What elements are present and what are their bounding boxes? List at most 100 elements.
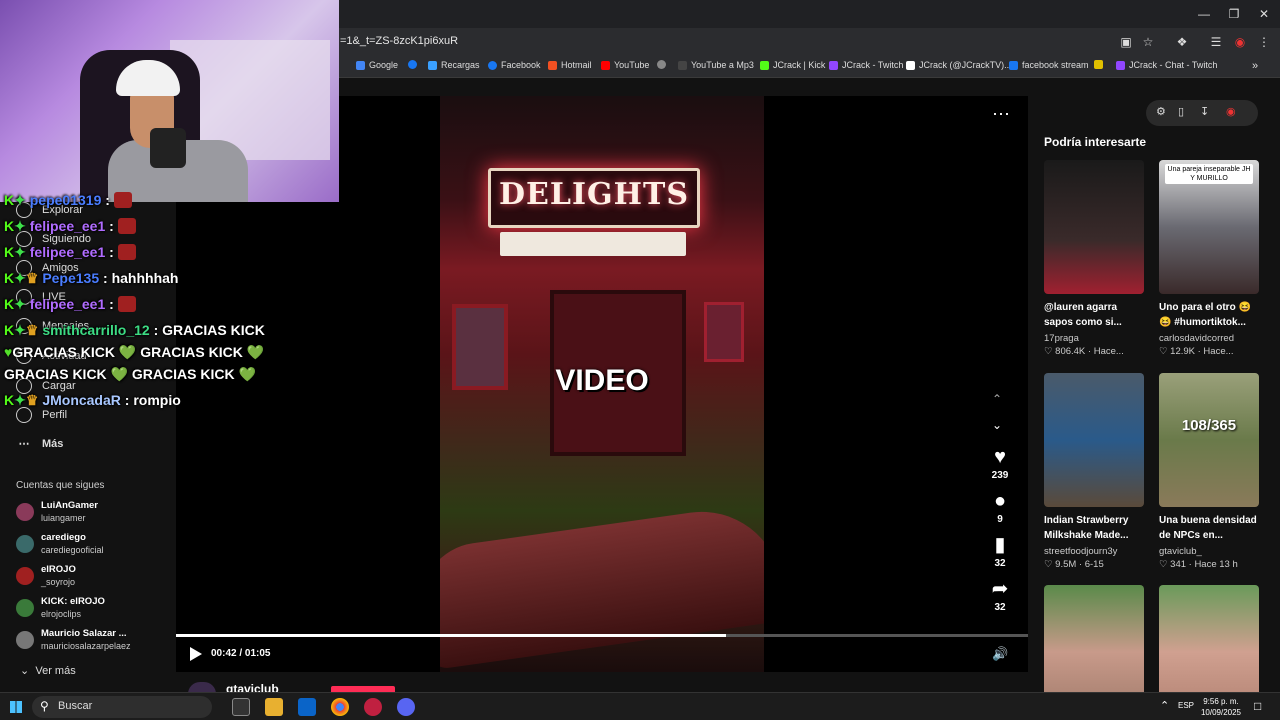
tray-chevron-icon[interactable]: ⌃ bbox=[1160, 699, 1169, 712]
bookmark-label: Facebook bbox=[501, 60, 541, 70]
x-icon bbox=[906, 60, 915, 70]
bookmark-twitch[interactable]: JCrack - Twitch bbox=[829, 60, 903, 70]
progress-bar[interactable] bbox=[176, 634, 1028, 637]
close-icon[interactable]: ✕ bbox=[1256, 6, 1272, 22]
language-indicator[interactable]: ESP bbox=[1178, 701, 1194, 710]
cast-icon[interactable]: ▣ bbox=[1118, 34, 1134, 50]
suggested-video[interactable]: Indian Strawberry Milkshake Made... stre… bbox=[1044, 373, 1144, 570]
minimize-icon[interactable]: — bbox=[1196, 6, 1212, 22]
webcam-overlay bbox=[0, 0, 339, 202]
share-button[interactable]: ➦ 32 bbox=[982, 578, 1018, 613]
windows-start-icon[interactable] bbox=[10, 701, 22, 713]
clock-date: 10/09/2025 bbox=[1200, 708, 1242, 717]
media-icon[interactable]: ☰ bbox=[1208, 34, 1224, 50]
app-icon[interactable] bbox=[364, 698, 382, 716]
settings-icon[interactable]: ⚙ bbox=[1156, 105, 1166, 118]
following-account[interactable]: Mauricio Salazar ... mauriciosalazarpelae… bbox=[16, 628, 131, 652]
emote-icon bbox=[117, 296, 136, 312]
outlook-icon[interactable] bbox=[298, 698, 316, 716]
extensions-icon[interactable]: ❖ bbox=[1174, 34, 1190, 50]
diamond-badge-icon: ✦ bbox=[14, 322, 26, 338]
chat-message: K✦ felipee_ee1 : bbox=[4, 296, 136, 313]
bookmark-youtube[interactable]: YouTube bbox=[601, 60, 649, 70]
bookmarks-overflow-icon[interactable]: » bbox=[1252, 60, 1258, 72]
bookmark-hotmail[interactable]: Hotmail bbox=[548, 60, 592, 70]
save-button[interactable]: ▮ 32 bbox=[982, 534, 1018, 569]
video-thumbnail: Una pareja inseparable JH Y MURILLO bbox=[1159, 160, 1259, 294]
following-account[interactable]: KICK: elROJO elrojoclips bbox=[16, 596, 105, 620]
volume-icon[interactable]: 🔊 bbox=[992, 646, 1008, 662]
video-overlay-label: VIDEO bbox=[555, 364, 649, 397]
nav-label: Más bbox=[42, 437, 64, 450]
nav-more[interactable]: ⋯ Más bbox=[16, 437, 64, 451]
bookmark-label: JCrack | Kick bbox=[773, 60, 826, 70]
following-account[interactable]: elROJO _soyrojo bbox=[16, 564, 76, 588]
account-name: carediego bbox=[41, 532, 86, 543]
bookmark-kick[interactable]: JCrack | Kick bbox=[760, 60, 825, 70]
notifications-icon[interactable]: □ bbox=[1254, 699, 1261, 713]
chat-username: Pepe135 bbox=[42, 270, 100, 286]
bookmark-recargas[interactable]: Recargas bbox=[428, 60, 480, 70]
phone-icon[interactable]: ▯ bbox=[1178, 105, 1184, 118]
bookmark-facebook-icon-only[interactable] bbox=[408, 60, 417, 69]
comment-button[interactable]: ● 9 bbox=[982, 490, 1018, 525]
star-icon[interactable]: ☆ bbox=[1140, 34, 1156, 50]
see-more-button[interactable]: ⌄ Ver más bbox=[20, 664, 76, 677]
chat-message: K✦ felipee_ee1 : bbox=[4, 218, 136, 235]
bookmark-yellow[interactable] bbox=[1094, 60, 1103, 69]
chat-text: : bbox=[109, 296, 114, 312]
video-frame[interactable]: DELIGHTS VIDEO bbox=[440, 96, 764, 672]
clock[interactable]: 9:56 p. m. 10/09/2025 bbox=[1196, 696, 1246, 718]
more-options-icon[interactable]: ⋯ bbox=[992, 104, 1010, 125]
video-title: Uno para el otro 😆😆 #humortiktok... bbox=[1159, 302, 1251, 328]
following-account[interactable]: LuiAnGamer luiangamer bbox=[16, 500, 98, 524]
account-name: elROJO bbox=[41, 564, 76, 575]
bookmark-label: YouTube a Mp3 bbox=[691, 60, 754, 70]
video-thumbnail bbox=[1044, 373, 1144, 507]
task-view-icon[interactable] bbox=[232, 698, 250, 716]
poster bbox=[704, 302, 744, 362]
bookmark-label: facebook stream bbox=[1022, 60, 1089, 70]
suggested-video[interactable]: 108/365 Una buena densidad de NPCs en...… bbox=[1159, 373, 1259, 570]
profile-icon[interactable]: ◉ bbox=[1232, 34, 1248, 50]
file-explorer-icon[interactable] bbox=[265, 698, 283, 716]
heart-icon: ♥ bbox=[994, 446, 1006, 468]
share-icon: ➦ bbox=[991, 578, 1009, 600]
chevron-down-icon[interactable]: ⌄ bbox=[992, 418, 1002, 432]
suggested-video[interactable]: Una pareja inseparable JH Y MURILLO Uno … bbox=[1159, 160, 1259, 357]
avatar bbox=[16, 599, 34, 617]
extension-icon[interactable]: ◉ bbox=[1226, 105, 1236, 118]
following-title: Cuentas que sigues bbox=[16, 480, 105, 491]
bookmark-x[interactable]: JCrack (@JCrackTV)... bbox=[906, 60, 1012, 70]
taskbar-search[interactable]: ⚲ Buscar bbox=[32, 696, 212, 718]
taskbar: ⚲ Buscar ⌃ ESP 9:56 p. m. 10/09/2025 □ bbox=[0, 692, 1280, 720]
comment-icon: ● bbox=[993, 490, 1007, 512]
suggested-video[interactable]: @lauren agarra sapos como si... 17praga … bbox=[1044, 160, 1144, 357]
bookmark-facebook-stream[interactable]: facebook stream bbox=[1009, 60, 1089, 70]
nav-profile[interactable]: Perfil bbox=[16, 407, 67, 423]
chat-text: : rompio bbox=[124, 392, 181, 408]
kick-badge-icon: K bbox=[4, 296, 15, 312]
microsoft-icon bbox=[548, 60, 557, 70]
bookmark-twitch-chat[interactable]: JCrack - Chat - Twitch bbox=[1116, 60, 1217, 70]
bookmark-youtube-mp3[interactable]: YouTube a Mp3 bbox=[678, 60, 754, 70]
bookmark-globe[interactable] bbox=[657, 60, 666, 69]
following-account[interactable]: carediego carediegooficial bbox=[16, 532, 104, 556]
play-icon[interactable] bbox=[190, 647, 202, 661]
bookmark-google[interactable]: Google bbox=[356, 60, 398, 70]
download-icon[interactable]: ↧ bbox=[1200, 105, 1209, 118]
menu-icon[interactable]: ⋮ bbox=[1256, 34, 1272, 50]
bookmark-facebook[interactable]: Facebook bbox=[488, 60, 541, 70]
chrome-icon[interactable] bbox=[331, 698, 349, 716]
url-text[interactable]: =1&_t=ZS-8zcK1pi6xuR bbox=[340, 35, 458, 47]
facebook-icon bbox=[488, 60, 497, 70]
bookmark-label: Recargas bbox=[441, 60, 480, 70]
restore-icon[interactable]: ❐ bbox=[1226, 6, 1242, 22]
video-title: Una buena densidad de NPCs en... bbox=[1159, 515, 1257, 541]
chevron-up-icon[interactable]: ⌃ bbox=[992, 392, 1002, 406]
video-stats: ♡ 806.4K · Hace... bbox=[1044, 346, 1124, 357]
discord-icon[interactable] bbox=[397, 698, 415, 716]
diamond-badge-icon: ✦ bbox=[14, 392, 26, 408]
chat-text: : bbox=[109, 244, 114, 260]
like-button[interactable]: ♥ 239 bbox=[982, 446, 1018, 481]
